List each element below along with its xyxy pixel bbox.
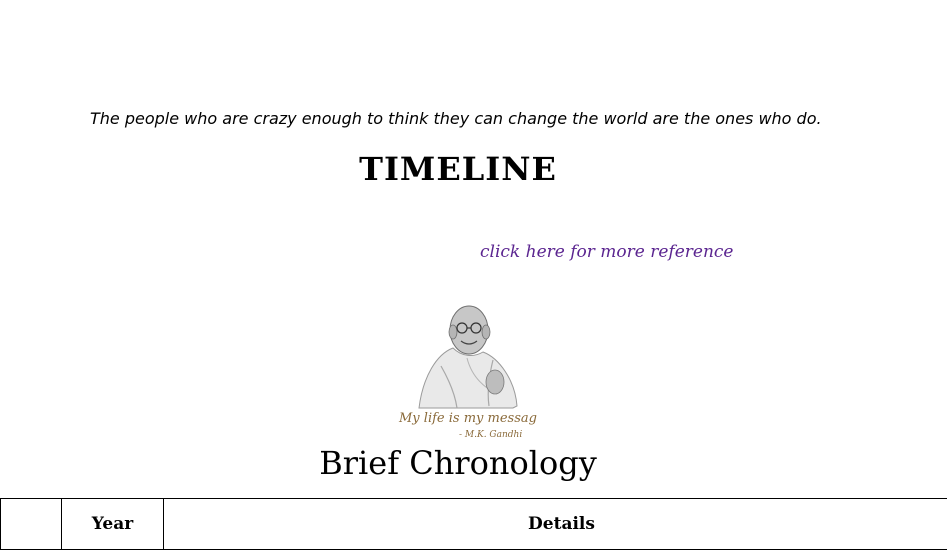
portrait-caption-line2: - M.K. Gandhi (459, 430, 522, 440)
gandhi-portrait-image: My life is my message. - M.K. Gandhi (397, 296, 549, 441)
table-header-year: Year (61, 498, 164, 550)
quote-text: The people who are crazy enough to think… (90, 109, 822, 128)
page-title: TIMELINE (359, 150, 557, 188)
more-reference-link[interactable]: click here for more reference (480, 240, 733, 264)
chronology-table: Year Details (0, 498, 947, 550)
portrait-caption-line1: My life is my message. (398, 411, 537, 426)
table-header-blank (0, 498, 62, 550)
chronology-table-container: Year Details (0, 498, 947, 550)
chronology-heading: Brief Chronology (319, 444, 597, 482)
table-header-row: Year Details (0, 498, 947, 550)
table-header-details: Details (163, 498, 947, 550)
